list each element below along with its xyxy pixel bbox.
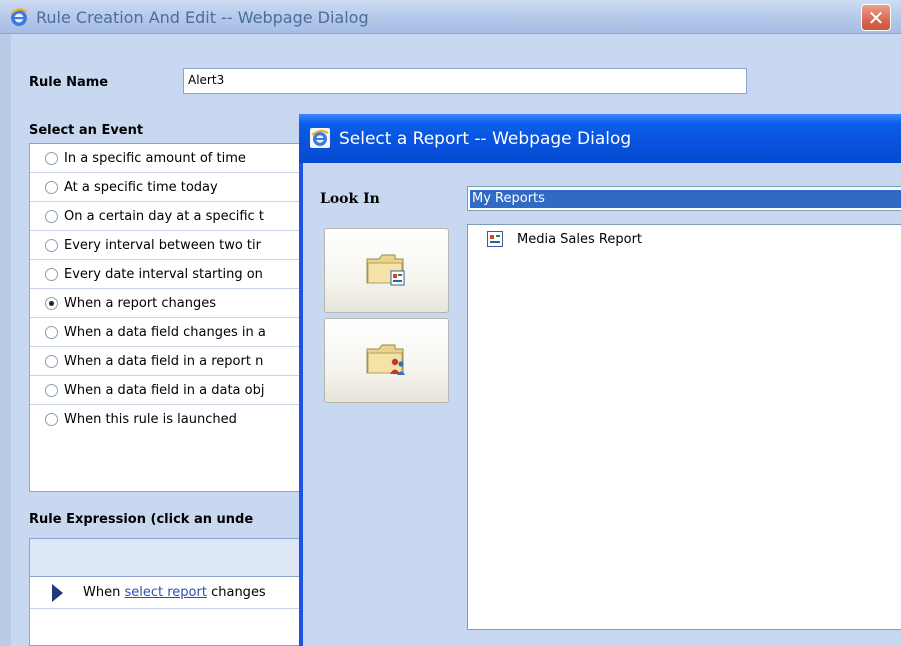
event-option-label: In a specific amount of time [64, 150, 246, 166]
select-event-heading: Select an Event [29, 123, 144, 138]
shared-reports-folder-icon [366, 344, 405, 375]
rule-dialog-titlebar[interactable]: Rule Creation And Edit -- Webpage Dialog… [0, 0, 901, 34]
row-pointer-icon [52, 583, 63, 602]
event-option-label: Every date interval starting on [64, 266, 263, 282]
report-list: Media Sales Report [467, 224, 901, 630]
radio-icon[interactable] [45, 151, 58, 165]
radio-icon[interactable] [45, 180, 58, 194]
expression-prefix: When [83, 585, 121, 600]
look-in-dropdown[interactable]: My Reports [467, 186, 901, 211]
event-option-label: When a report changes [64, 295, 217, 311]
my-reports-button[interactable] [324, 228, 449, 313]
report-name: Media Sales Report [517, 231, 643, 247]
look-in-label: Look In [320, 191, 380, 207]
report-icon [487, 231, 503, 247]
event-list: In a specific amount of time At a specif… [29, 143, 309, 492]
event-option-label: When this rule is launched [64, 412, 237, 427]
radio-icon[interactable] [45, 267, 58, 281]
radio-icon[interactable] [45, 325, 58, 339]
select-report-title: Select a Report -- Webpage Dialog [339, 129, 632, 149]
radio-icon[interactable] [45, 209, 58, 223]
event-option-label: Every interval between two tir [64, 237, 261, 253]
select-report-dialog-window: Select a Report -- Webpage Dialog Look I… [299, 114, 901, 646]
event-option-data-field-in-data-object[interactable]: When a data field in a data obj [30, 376, 308, 405]
event-option-certain-day[interactable]: On a certain day at a specific t [30, 202, 308, 231]
event-option-every-date-interval[interactable]: Every date interval starting on [30, 260, 308, 289]
rule-dialog-title: Rule Creation And Edit -- Webpage Dialog [36, 8, 369, 27]
rule-name-input[interactable]: Alert3 [183, 68, 747, 94]
event-option-label: On a certain day at a specific t [64, 208, 264, 224]
select-report-titlebar[interactable]: Select a Report -- Webpage Dialog [299, 114, 901, 163]
rule-expression-header [30, 539, 308, 577]
event-option-rule-launched[interactable]: When this rule is launched [30, 405, 308, 434]
radio-icon[interactable] [45, 413, 58, 426]
radio-icon[interactable] [45, 383, 58, 397]
event-option-data-field-changes[interactable]: When a data field changes in a [30, 318, 308, 347]
my-reports-folder-icon [366, 254, 405, 286]
event-option-data-field-in-report[interactable]: When a data field in a report n [30, 347, 308, 376]
rule-expression-heading: Rule Expression (click an unde [29, 512, 254, 527]
shared-reports-button[interactable] [324, 318, 449, 403]
report-list-item[interactable]: Media Sales Report [487, 231, 642, 247]
event-option-label: When a data field changes in a [64, 324, 266, 340]
event-option-every-interval[interactable]: Every interval between two tir [30, 231, 308, 260]
event-option-label: When a data field in a report n [64, 353, 264, 369]
radio-icon[interactable] [45, 354, 58, 368]
radio-icon[interactable] [45, 238, 58, 252]
rule-name-label: Rule Name [29, 75, 109, 90]
radio-checked-icon[interactable] [45, 296, 58, 310]
event-option-label: When a data field in a data obj [64, 382, 265, 398]
internet-explorer-icon [10, 8, 28, 26]
expression-suffix: changes [211, 585, 266, 600]
internet-explorer-icon [310, 128, 330, 148]
event-option-label: At a specific time today [64, 179, 218, 195]
rule-expression-row[interactable]: When select report changes [30, 577, 308, 609]
select-report-link[interactable]: select report [124, 585, 206, 600]
event-option-specific-amount[interactable]: In a specific amount of time [30, 144, 308, 173]
event-option-report-changes[interactable]: When a report changes [30, 289, 308, 318]
close-button[interactable]: ✕ [861, 4, 891, 31]
look-in-selected-value: My Reports [470, 190, 901, 208]
rule-expression-panel: When select report changes [29, 538, 309, 646]
event-option-specific-time-today[interactable]: At a specific time today [30, 173, 308, 202]
